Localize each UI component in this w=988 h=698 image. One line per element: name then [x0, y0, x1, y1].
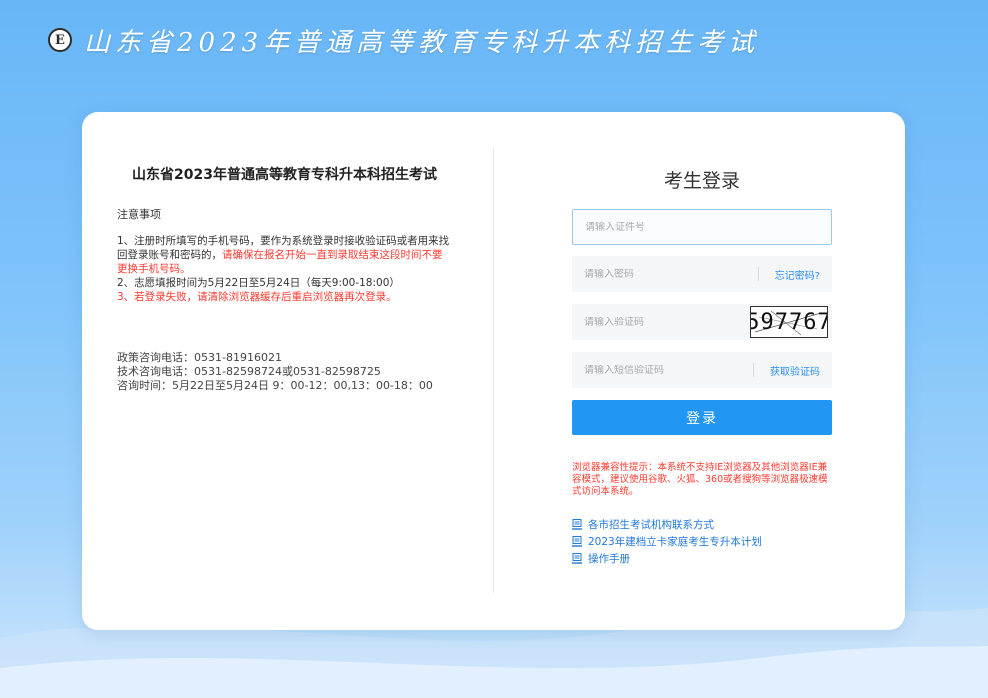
- contact-info: 政策咨询电话：0531-81916021 技术咨询电话：0531-8259872…: [117, 351, 452, 393]
- link-exam-contacts[interactable]: 各市招生考试机构联系方式: [572, 516, 762, 533]
- get-sms-code-button[interactable]: 获取验证码: [754, 363, 832, 378]
- tech-phone: 技术咨询电话：0531-82598724或0531-82598725: [117, 365, 381, 378]
- site-header: E 山东省2023年普通高等教育专科升本科招生考试: [48, 20, 759, 60]
- link-label: 2023年建档立卡家庭考生专升本计划: [588, 536, 762, 548]
- id-number-input[interactable]: [573, 221, 831, 233]
- site-title: 山东省2023年普通高等教育专科升本科招生考试: [84, 27, 760, 58]
- resource-links: 各市招生考试机构联系方式 2023年建档立卡家庭考生专升本计划 操作手册: [572, 516, 762, 567]
- notice-panel: 山东省2023年普通高等教育专科升本科招生考试 注意事项 1、注册时所填写的手机…: [117, 164, 452, 393]
- login-title: 考生登录: [663, 170, 740, 192]
- notice-heading: 注意事项: [117, 208, 161, 221]
- login-card: 山东省2023年普通高等教育专科升本科招生考试 注意事项 1、注册时所填写的手机…: [82, 112, 905, 630]
- link-label: 各市招生考试机构联系方式: [588, 519, 714, 531]
- login-form: 考生登录 忘记密码? 597767 获取验证码: [572, 112, 832, 565]
- password-field: 忘记密码?: [572, 256, 832, 292]
- browser-compat-notice: 浏览器兼容性提示：本系统不支持IE浏览器及其他浏览器IE兼容模式，建议使用谷歌、…: [572, 462, 828, 497]
- sms-code-field: 获取验证码: [572, 352, 832, 388]
- captcha-image[interactable]: 597767: [750, 306, 828, 338]
- sms-code-input[interactable]: [572, 364, 753, 376]
- captcha-input[interactable]: [572, 316, 750, 328]
- id-number-field: [572, 209, 832, 245]
- panel-divider: [493, 148, 494, 593]
- captcha-field: 597767: [572, 304, 832, 340]
- document-icon: [572, 553, 582, 564]
- document-icon: [572, 536, 582, 547]
- notice-items: 1、注册时所填写的手机号码，要作为系统登录时接收验证码或者用来找回登录账号和密码…: [117, 234, 452, 304]
- password-input[interactable]: [572, 268, 758, 280]
- notice-item-3: 3、若登录失败，请清除浏览器缓存后重启浏览器再次登录。: [117, 291, 397, 303]
- forgot-password-link[interactable]: 忘记密码?: [759, 267, 832, 282]
- consult-time: 咨询时间：5月22日至5月24日 9：00-12：00,13：00-18：00: [117, 379, 433, 392]
- document-icon: [572, 519, 582, 530]
- link-user-manual[interactable]: 操作手册: [572, 550, 762, 567]
- captcha-text: 597767: [750, 309, 828, 335]
- link-label: 操作手册: [588, 553, 630, 565]
- notice-title: 山东省2023年普通高等教育专科升本科招生考试: [132, 167, 437, 183]
- link-poverty-plan[interactable]: 2023年建档立卡家庭考生专升本计划: [572, 533, 762, 550]
- notice-item-2: 2、志愿填报时间为5月22日至5月24日（每天9:00-18:00）: [117, 277, 400, 289]
- login-button[interactable]: 登录: [572, 400, 832, 435]
- logo-icon: E: [48, 28, 72, 52]
- policy-phone: 政策咨询电话：0531-81916021: [117, 351, 282, 364]
